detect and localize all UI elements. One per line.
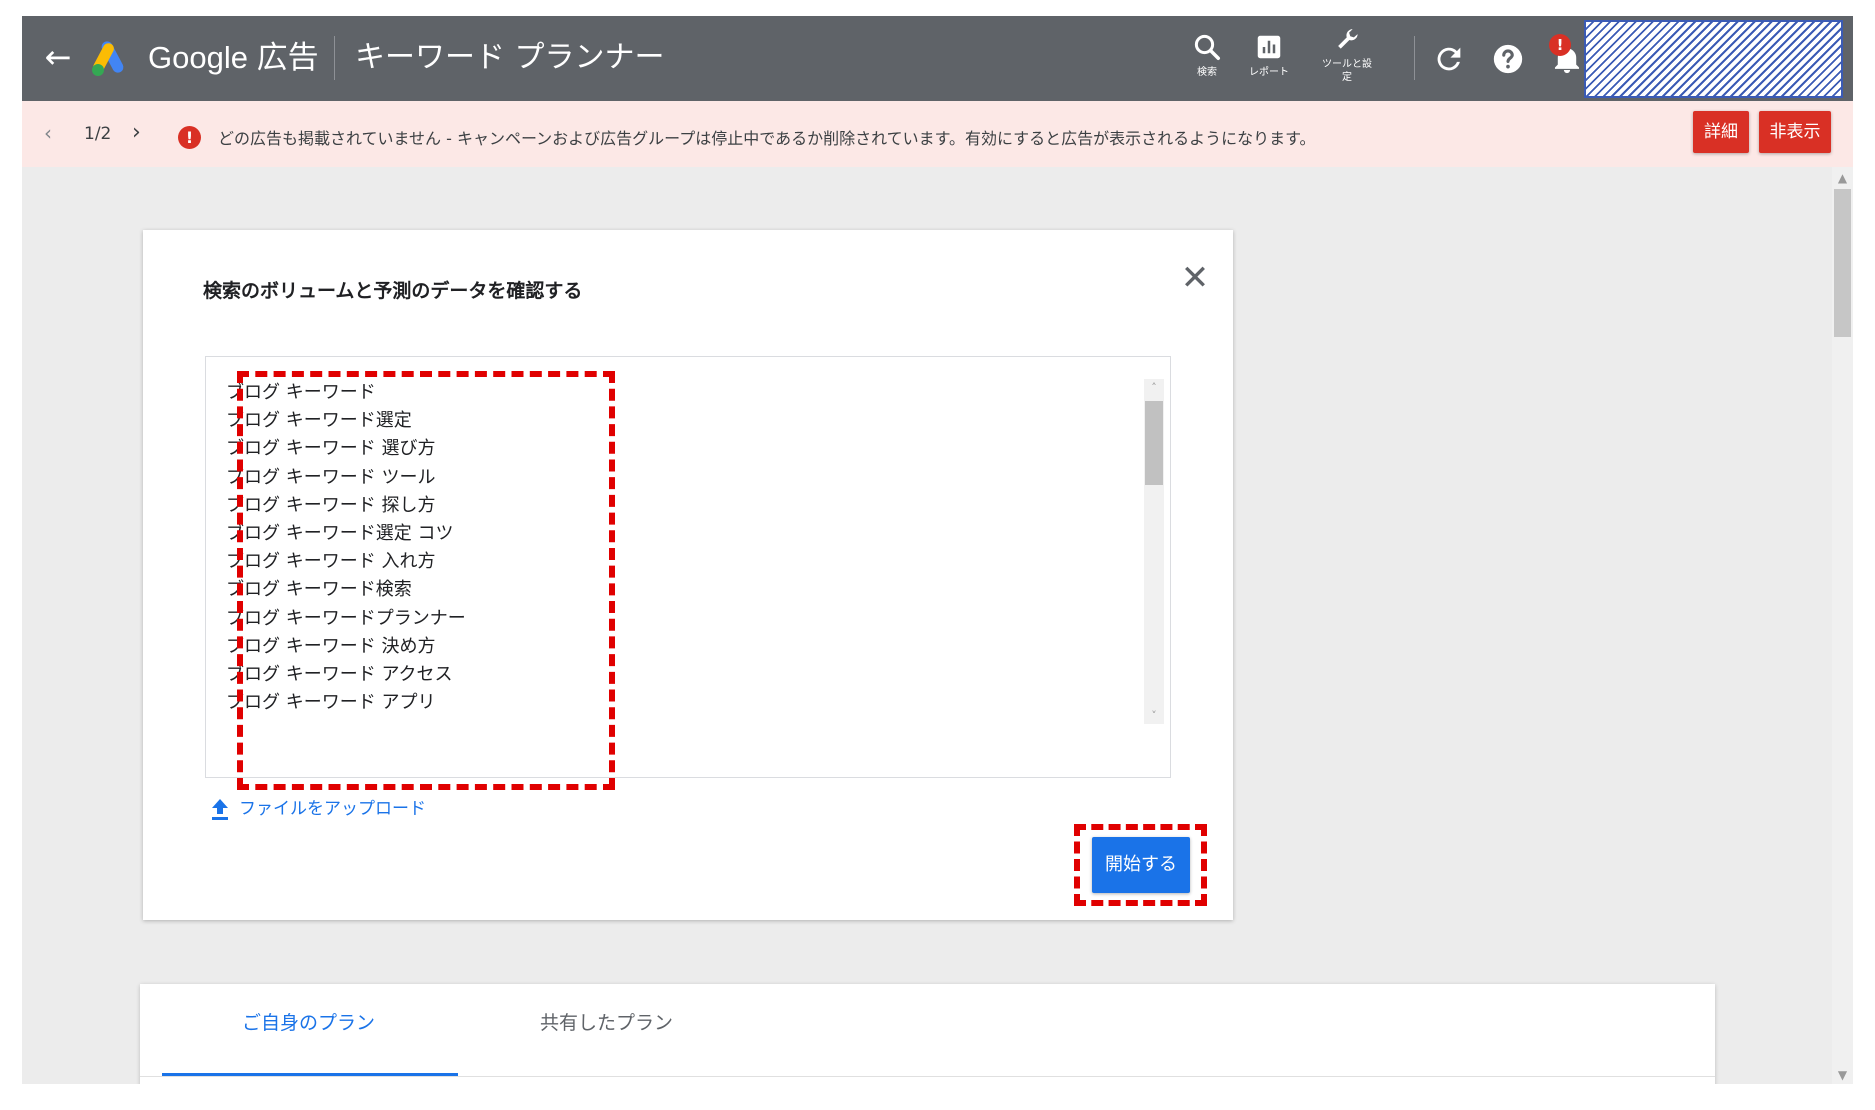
chevron-left-icon[interactable]: ‹ [44, 121, 52, 145]
alert-pager: 1/2 [84, 124, 112, 144]
help-icon[interactable] [1491, 42, 1525, 76]
keyword-scrollbar-thumb[interactable] [1145, 401, 1163, 485]
error-icon: ! [178, 126, 201, 149]
upload-icon [212, 799, 228, 820]
upload-file-link[interactable]: ファイルをアップロード [209, 794, 426, 821]
report-tool-label: レポート [1249, 67, 1289, 78]
google-ads-logo[interactable] [90, 38, 132, 78]
scroll-down-icon[interactable]: ▼ [1832, 1068, 1853, 1082]
wrench-icon [1338, 29, 1358, 49]
start-button[interactable]: 開始する [1092, 837, 1190, 893]
search-tool-label: 検索 [1197, 67, 1217, 78]
top-app-bar: ← Google 広告 キーワード プランナー 検索 レポート ツールと設定 ! [22, 16, 1853, 101]
tab-divider [140, 1076, 1715, 1077]
dialog-title: 検索のボリュームと予測のデータを確認する [203, 280, 583, 302]
report-tool-button[interactable]: レポート [1237, 26, 1301, 96]
close-icon[interactable]: ✕ [1175, 258, 1215, 298]
alert-banner: ‹ 1/2 › ! どの広告も掲載されていません - キャンペーンおよび広告グル… [22, 101, 1853, 167]
page-title: キーワード プランナー [355, 40, 665, 75]
active-tab-indicator [162, 1073, 458, 1076]
keyword-highlight-box [237, 371, 615, 790]
upload-file-label: ファイルをアップロード [239, 799, 426, 819]
scroll-up-icon[interactable]: ▲ [1832, 171, 1853, 185]
page-scrollbar-thumb[interactable] [1834, 189, 1851, 337]
app-window: ← Google 広告 キーワード プランナー 検索 レポート ツールと設定 !… [22, 16, 1853, 1084]
tools-settings-label: ツールと設定 [1322, 59, 1372, 83]
details-button[interactable]: 詳細 [1693, 111, 1749, 153]
account-avatar-redacted[interactable] [1584, 20, 1843, 98]
refresh-icon[interactable] [1432, 42, 1466, 76]
alert-message: どの広告も掲載されていません - キャンペーンおよび広告グループは停止中であるか… [218, 129, 1316, 148]
tools-settings-button[interactable]: ツールと設定 [1315, 26, 1379, 96]
tab-own-plans[interactable]: ご自身のプラン [242, 1008, 375, 1035]
notification-badge: ! [1549, 34, 1571, 56]
search-tool-button[interactable]: 検索 [1175, 26, 1239, 96]
search-icon [1194, 34, 1220, 60]
page-scrollbar[interactable]: ▲ ▼ [1832, 167, 1853, 1084]
brand-name: Google 広告 [148, 40, 319, 75]
scroll-down-icon[interactable]: ˅ [1144, 709, 1164, 722]
plans-card: ご自身のプラン 共有したプラン ■■■ [140, 984, 1715, 1084]
tab-shared-plans[interactable]: 共有したプラン [540, 1008, 673, 1035]
hide-button[interactable]: 非表示 [1759, 111, 1831, 153]
chevron-right-icon[interactable]: › [132, 120, 141, 145]
back-arrow-icon[interactable]: ← [40, 40, 76, 76]
keyword-scrollbar[interactable]: ˄ ˅ [1144, 379, 1164, 724]
bar-chart-icon [1257, 35, 1281, 59]
header-divider [334, 36, 335, 80]
header-divider [1414, 36, 1415, 80]
scroll-up-icon[interactable]: ˄ [1144, 381, 1164, 394]
